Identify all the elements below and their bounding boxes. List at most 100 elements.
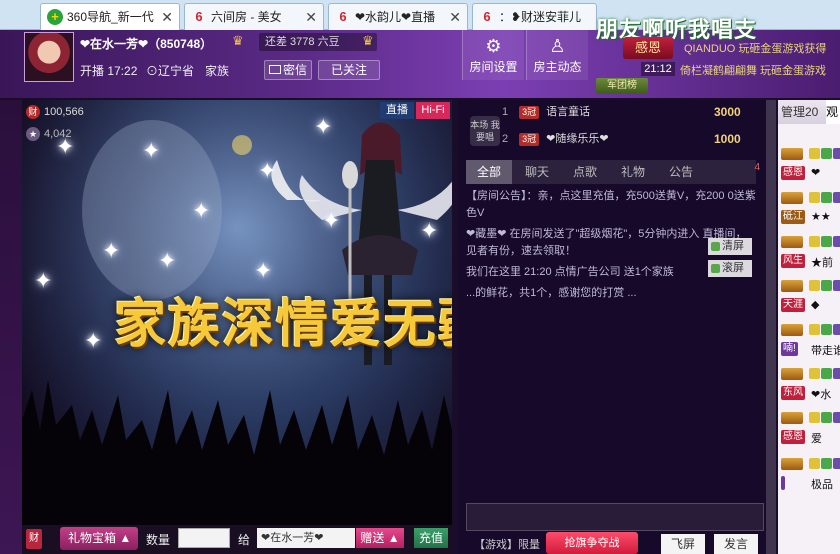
left-strip: [0, 100, 22, 554]
audience-nick: 风生: [781, 254, 805, 268]
sparkle-icon: ✦: [192, 198, 211, 223]
chat-log[interactable]: 【房间公告】：亲，点这里充值，充500送黄V，充200 0送紫色V ❤藏墨❤ 在…: [466, 188, 756, 498]
fans-stat: 财 100,566: [26, 105, 84, 119]
browser-tab-360[interactable]: + 360导航_新一代 ✕: [40, 3, 180, 30]
fly-screen-button[interactable]: 飞屏: [661, 534, 705, 554]
badge-icon: [821, 192, 832, 203]
queue-gold: 3000: [714, 105, 741, 119]
audience-row[interactable]: 风生 ★前: [781, 234, 840, 274]
army-rank-button[interactable]: 军团榜: [596, 78, 648, 94]
wealth-level-icon: [781, 368, 803, 380]
give-to-label: 给: [238, 533, 251, 547]
badge-icon: [833, 236, 840, 247]
audience-nick: 感恩: [781, 166, 805, 180]
badge-icon: [821, 412, 832, 423]
badge-icon: [833, 412, 840, 423]
live-tag: 直播: [380, 102, 414, 119]
clear-screen-button[interactable]: 清屏: [708, 238, 752, 255]
queue-name: ❤随缘乐乐❤: [546, 133, 609, 145]
badge-icon: [833, 280, 840, 291]
audience-nick: 天涯: [781, 298, 805, 312]
sparkle-icon: ✦: [314, 114, 333, 139]
audience-row[interactable]: 感恩爱: [781, 410, 840, 450]
tab-admin[interactable]: 管理20: [781, 100, 818, 124]
browser-tab-caimi[interactable]: 6 ：❥财迷安菲儿: [472, 3, 597, 30]
wealth-level-icon: [781, 458, 803, 470]
browser-tab-6room[interactable]: 6 六间房 - 美女 ✕: [184, 3, 324, 30]
chat-tab-songs[interactable]: 点歌: [562, 160, 608, 184]
chat-tab-notice[interactable]: 公告: [658, 160, 704, 184]
6room-favicon-icon: 6: [195, 9, 203, 24]
360-favicon-icon: +: [47, 9, 63, 25]
whisper-button[interactable]: 密信: [264, 60, 312, 80]
gift-box-button[interactable]: 礼物宝箱 ▲: [60, 527, 138, 550]
flag-battle-button[interactable]: 抢旗争夺战: [546, 532, 638, 554]
anchor-avatar[interactable]: [24, 32, 74, 82]
badge-icon: [809, 192, 820, 203]
chat-scrollbar[interactable]: [766, 100, 776, 554]
recharge-button[interactable]: 充值: [414, 528, 448, 548]
badge-icon: [821, 368, 832, 379]
chat-message: ...的鲜花，共1个，感谢您的打赏 ...: [466, 287, 637, 299]
audience-row[interactable]: 感恩 ❤: [781, 146, 840, 186]
chat-count-badge: 4: [754, 162, 760, 173]
queue-row[interactable]: 2 3冠 ❤随缘乐乐❤ 1000: [502, 129, 741, 149]
tab-label: 六间房 - 美女: [211, 10, 282, 24]
chat-tab-all[interactable]: 全部: [466, 160, 512, 184]
audience-row[interactable]: 喃! 带走谁: [781, 322, 840, 362]
chat-tab-chat[interactable]: 聊天: [514, 160, 560, 184]
browser-tab-shuiyun[interactable]: 6 ❤水韵儿❤直播 ✕: [328, 3, 468, 30]
give-gift-button[interactable]: 赠送 ▲: [356, 528, 404, 548]
audience-row[interactable]: 极品: [781, 456, 840, 496]
chat-input[interactable]: [466, 503, 764, 531]
audience-symbol: ★前: [811, 257, 833, 269]
crowd-silhouette: [22, 380, 452, 525]
wealth-level-icon: [781, 236, 803, 248]
recipient-select[interactable]: ❤在水一芳❤: [257, 528, 355, 548]
location-pin-icon: ⊙: [146, 64, 159, 78]
news-time: 21:12: [641, 62, 675, 76]
badge-icon: [809, 280, 820, 291]
wealth-level-icon: [781, 148, 803, 160]
sing-button[interactable]: 本场 我要唱: [470, 116, 500, 146]
badge-icon: [833, 368, 840, 379]
room-settings-button[interactable]: ⚙ 房间设置: [462, 30, 524, 80]
star-icon: ★: [26, 127, 40, 141]
caret-up-icon: ▲: [119, 531, 132, 545]
audience-row[interactable]: 东风 ❤水: [781, 366, 840, 406]
badge-icon: [821, 324, 832, 335]
audience-tabs: 管理20 观: [778, 100, 840, 124]
quantity-input[interactable]: [178, 528, 230, 548]
send-button[interactable]: 发言: [714, 534, 758, 554]
followed-button[interactable]: 已关注: [318, 60, 380, 80]
badge-icon: [809, 368, 820, 379]
badge-icon: [809, 236, 820, 247]
anchor-name[interactable]: ❤在水一芳❤（850748）: [80, 35, 212, 52]
close-tab-icon[interactable]: ✕: [449, 4, 461, 30]
tab-audience[interactable]: 观: [826, 100, 840, 124]
audience-symbol: ❤水: [811, 389, 832, 401]
audience-symbol: 极品: [811, 479, 833, 491]
audience-panel: 管理20 观 感恩 ❤ 砥江 ★★ 风生 ★前天涯 ◆ 喃! 带走谁 东风 ❤水 感恩爱极品: [778, 100, 840, 554]
video-player[interactable]: ✦ ✦ ✦ ✦ ✦ ✦ ✦ ✦ ✦ ✦ ✦ ✦ ✦ 直播 Hi-Fi 家族深情爱…: [22, 100, 452, 525]
sparkle-icon: ✦: [142, 138, 161, 163]
wealth-button[interactable]: 财: [26, 529, 42, 549]
close-tab-icon[interactable]: ✕: [305, 4, 317, 30]
ganen-badge: 感恩: [623, 37, 673, 59]
chat-tab-gifts[interactable]: 礼物: [610, 160, 656, 184]
game-limit-label: 【游戏】限量: [474, 539, 540, 551]
queue-rank: 1: [502, 106, 509, 118]
family-label[interactable]: 家族: [205, 62, 229, 79]
queue-row[interactable]: 1 3冠 语言童话 3000: [502, 102, 741, 122]
close-tab-icon[interactable]: ✕: [161, 4, 173, 30]
hifi-tag[interactable]: Hi-Fi: [416, 102, 450, 119]
quantity-label: 数量: [146, 533, 171, 547]
audience-row[interactable]: 砥江 ★★: [781, 190, 840, 230]
gift-bar: 财 礼物宝箱 ▲ 数量 给 ❤在水一芳❤ 赠送 ▲ 充值: [22, 525, 452, 554]
auto-scroll-button[interactable]: 滚屏: [708, 260, 752, 277]
room-header: ❤在水一芳❤（850748） ♛ 还差 3778 六豆 ♛ 开播 17:22 ⊙…: [0, 17, 840, 98]
host-news-button[interactable]: ♙ 房主动态: [526, 30, 588, 80]
audience-row[interactable]: 天涯 ◆: [781, 278, 840, 318]
stage-slogan: 家族深情爱无疆: [114, 295, 452, 355]
level-badge: 3冠: [519, 133, 540, 146]
